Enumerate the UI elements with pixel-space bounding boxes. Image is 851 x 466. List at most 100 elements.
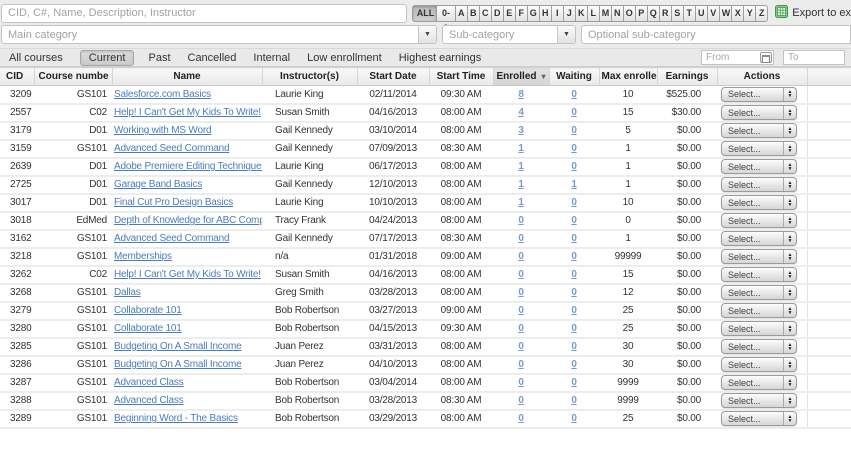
to-date-input[interactable] xyxy=(783,50,845,65)
tab-highest-earnings[interactable]: Highest earnings xyxy=(399,52,482,64)
course-name-link[interactable]: Advanced Class xyxy=(114,395,183,406)
enrolled-count-link[interactable]: 0 xyxy=(518,215,523,226)
column-header-actions[interactable]: Actions xyxy=(717,68,807,86)
waiting-count-link[interactable]: 0 xyxy=(571,395,576,406)
course-name-link[interactable]: Beginning Word - The Basics xyxy=(114,413,238,424)
column-header-earnings[interactable]: Earnings xyxy=(657,68,717,86)
row-action-select[interactable]: Select... ▲▼ xyxy=(721,321,797,336)
course-name-link[interactable]: Advanced Seed Command xyxy=(114,233,229,244)
waiting-count-link[interactable]: 0 xyxy=(571,269,576,280)
enrolled-count-link[interactable]: 0 xyxy=(518,233,523,244)
enrolled-count-link[interactable]: 1 xyxy=(518,197,523,208)
row-action-select[interactable]: Select... ▲▼ xyxy=(721,141,797,156)
row-action-select[interactable]: Select... ▲▼ xyxy=(721,285,797,300)
export-to-excel-button[interactable]: Export to ex xyxy=(775,5,851,21)
enrolled-count-link[interactable]: 0 xyxy=(518,323,523,334)
alpha-filter-e[interactable]: E xyxy=(504,5,516,22)
row-action-select[interactable]: Select... ▲▼ xyxy=(721,123,797,138)
alpha-filter-s[interactable]: S xyxy=(672,5,684,22)
column-header-waiting[interactable]: Waiting xyxy=(549,68,599,86)
waiting-count-link[interactable]: 0 xyxy=(571,233,576,244)
row-action-select[interactable]: Select... ▲▼ xyxy=(721,231,797,246)
enrolled-count-link[interactable]: 0 xyxy=(518,413,523,424)
alpha-filter-0-9[interactable]: 0-9 xyxy=(437,5,456,22)
column-header-max-enrolled[interactable]: Max enrolled xyxy=(599,68,657,86)
alpha-filter-j[interactable]: J xyxy=(564,5,576,22)
waiting-count-link[interactable]: 0 xyxy=(571,287,576,298)
waiting-count-link[interactable]: 0 xyxy=(571,125,576,136)
waiting-count-link[interactable]: 0 xyxy=(571,413,576,424)
tab-cancelled[interactable]: Cancelled xyxy=(188,52,237,64)
alpha-filter-d[interactable]: D xyxy=(492,5,504,22)
enrolled-count-link[interactable]: 0 xyxy=(518,395,523,406)
alpha-filter-z[interactable]: Z xyxy=(756,5,768,22)
waiting-count-link[interactable]: 0 xyxy=(571,251,576,262)
alpha-filter-b[interactable]: B xyxy=(468,5,480,22)
course-name-link[interactable]: Budgeting On A Small Income xyxy=(114,359,241,370)
enrolled-count-link[interactable]: 1 xyxy=(518,179,523,190)
tab-current[interactable]: Current xyxy=(80,50,135,66)
tab-internal[interactable]: Internal xyxy=(253,52,290,64)
course-name-link[interactable]: Adobe Premiere Editing Techniques xyxy=(114,161,262,172)
enrolled-count-link[interactable]: 1 xyxy=(518,143,523,154)
enrolled-count-link[interactable]: 1 xyxy=(518,161,523,172)
enrolled-count-link[interactable]: 0 xyxy=(518,287,523,298)
row-action-select[interactable]: Select... ▲▼ xyxy=(721,357,797,372)
enrolled-count-link[interactable]: 0 xyxy=(518,341,523,352)
course-name-link[interactable]: Help! I Can't Get My Kids To Write! xyxy=(114,107,261,118)
column-header-enrolled[interactable]: Enrolled▾ xyxy=(493,68,549,86)
course-name-link[interactable]: Help! I Can't Get My Kids To Write! xyxy=(114,269,261,280)
enrolled-count-link[interactable]: 0 xyxy=(518,251,523,262)
column-header-start-date[interactable]: Start Date xyxy=(357,68,429,86)
tab-all-courses[interactable]: All courses xyxy=(9,52,63,64)
enrolled-count-link[interactable]: 0 xyxy=(518,305,523,316)
chevron-down-icon[interactable]: ▼ xyxy=(557,26,575,43)
alpha-filter-all[interactable]: ALL xyxy=(412,5,438,22)
alpha-filter-l[interactable]: L xyxy=(588,5,600,22)
column-header-name[interactable]: Name xyxy=(112,68,262,86)
enrolled-count-link[interactable]: 3 xyxy=(518,125,523,136)
waiting-count-link[interactable]: 0 xyxy=(571,341,576,352)
alpha-filter-a[interactable]: A xyxy=(456,5,468,22)
alpha-filter-k[interactable]: K xyxy=(576,5,588,22)
course-name-link[interactable]: Dallas xyxy=(114,287,141,298)
row-action-select[interactable]: Select... ▲▼ xyxy=(721,249,797,264)
alpha-filter-o[interactable]: O xyxy=(624,5,636,22)
column-header-cid[interactable]: CID xyxy=(0,68,34,86)
column-header-start-time[interactable]: Start Time xyxy=(429,68,493,86)
course-name-link[interactable]: Memberships xyxy=(114,251,172,262)
alpha-filter-f[interactable]: F xyxy=(516,5,528,22)
course-name-link[interactable]: Salesforce.com Basics xyxy=(114,89,211,100)
waiting-count-link[interactable]: 0 xyxy=(571,197,576,208)
course-name-link[interactable]: Working with MS Word xyxy=(114,125,211,136)
tab-past[interactable]: Past xyxy=(148,52,170,64)
column-header-instructor-s[interactable]: Instructor(s) xyxy=(262,68,357,86)
enrolled-count-link[interactable]: 8 xyxy=(518,89,523,100)
column-header-course-numbe[interactable]: Course numbe xyxy=(34,68,112,86)
course-name-link[interactable]: Collaborate 101 xyxy=(114,305,182,316)
course-name-link[interactable]: Depth of Knowledge for ABC Company xyxy=(114,215,262,226)
alpha-filter-v[interactable]: V xyxy=(708,5,720,22)
waiting-count-link[interactable]: 0 xyxy=(571,89,576,100)
waiting-count-link[interactable]: 0 xyxy=(571,305,576,316)
row-action-select[interactable]: Select... ▲▼ xyxy=(721,105,797,120)
main-category-select[interactable]: Main category ▼ xyxy=(1,25,437,44)
alpha-filter-w[interactable]: W xyxy=(720,5,733,22)
row-action-select[interactable]: Select... ▲▼ xyxy=(721,267,797,282)
course-name-link[interactable]: Garage Band Basics xyxy=(114,179,202,190)
row-action-select[interactable]: Select... ▲▼ xyxy=(721,375,797,390)
sub-category-select[interactable]: Sub-category ▼ xyxy=(442,25,576,44)
alpha-filter-q[interactable]: Q xyxy=(648,5,660,22)
row-action-select[interactable]: Select... ▲▼ xyxy=(721,177,797,192)
waiting-count-link[interactable]: 0 xyxy=(571,323,576,334)
waiting-count-link[interactable]: 0 xyxy=(571,161,576,172)
alpha-filter-x[interactable]: X xyxy=(732,5,744,22)
waiting-count-link[interactable]: 0 xyxy=(571,215,576,226)
waiting-count-link[interactable]: 0 xyxy=(571,377,576,388)
tab-low-enrollment[interactable]: Low enrollment xyxy=(307,52,382,64)
waiting-count-link[interactable]: 0 xyxy=(571,143,576,154)
alpha-filter-r[interactable]: R xyxy=(660,5,672,22)
row-action-select[interactable]: Select... ▲▼ xyxy=(721,393,797,408)
row-action-select[interactable]: Select... ▲▼ xyxy=(721,339,797,354)
alpha-filter-p[interactable]: P xyxy=(636,5,648,22)
